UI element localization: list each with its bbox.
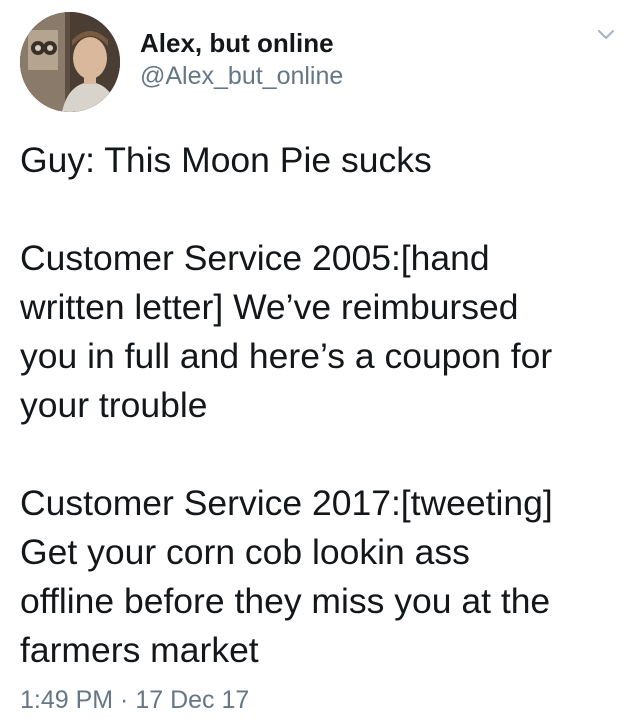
tweet-paragraph: Customer Service 2005:[hand written lett… <box>20 238 553 425</box>
display-name[interactable]: Alex, but online <box>140 28 334 59</box>
profile-photo-icon <box>20 12 120 112</box>
tweet-timestamp[interactable]: 1:49 PM · 17 Dec 17 <box>20 686 249 715</box>
avatar[interactable] <box>20 12 120 112</box>
user-handle[interactable]: @Alex_but_online <box>140 62 343 91</box>
tweet: Alex, but online @Alex_but_online Guy: T… <box>0 0 640 727</box>
tweet-paragraph: Guy: This Moon Pie sucks <box>20 140 432 180</box>
tweet-paragraph: Customer Service 2017:[tweeting] Get you… <box>20 483 553 670</box>
chevron-down-icon[interactable] <box>596 28 616 42</box>
tweet-text: Guy: This Moon Pie sucks Customer Servic… <box>20 136 630 675</box>
